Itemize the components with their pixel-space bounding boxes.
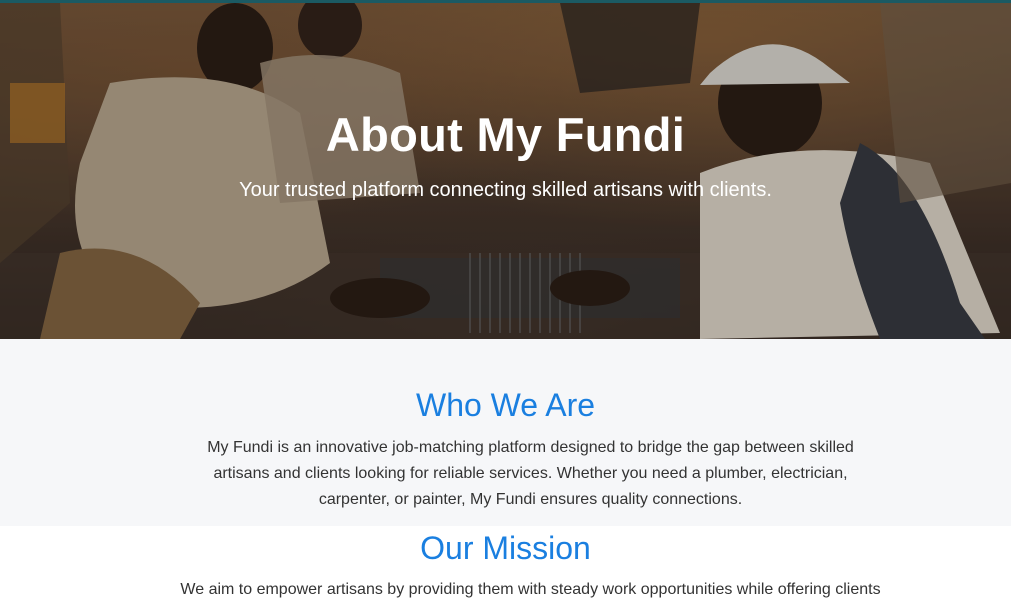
who-we-are-text: My Fundi is an innovative job-matching p… xyxy=(207,439,854,508)
hero-overlay xyxy=(0,3,1011,339)
who-we-are-section: Who We Are My Fundi is an innovative job… xyxy=(0,339,1011,526)
our-mission-text: We aim to empower artisans by providing … xyxy=(180,581,881,598)
who-we-are-heading: Who We Are xyxy=(415,387,596,423)
our-mission-section: Our Mission We aim to empower artisans b… xyxy=(0,526,1011,610)
content-fade xyxy=(194,606,800,610)
hero-banner: About My Fundi Your trusted platform con… xyxy=(0,3,1011,339)
our-mission-heading: Our Mission xyxy=(420,530,591,566)
hero-subtitle: Your trusted platform connecting skilled… xyxy=(239,179,772,201)
page-title: About My Fundi xyxy=(325,108,686,161)
